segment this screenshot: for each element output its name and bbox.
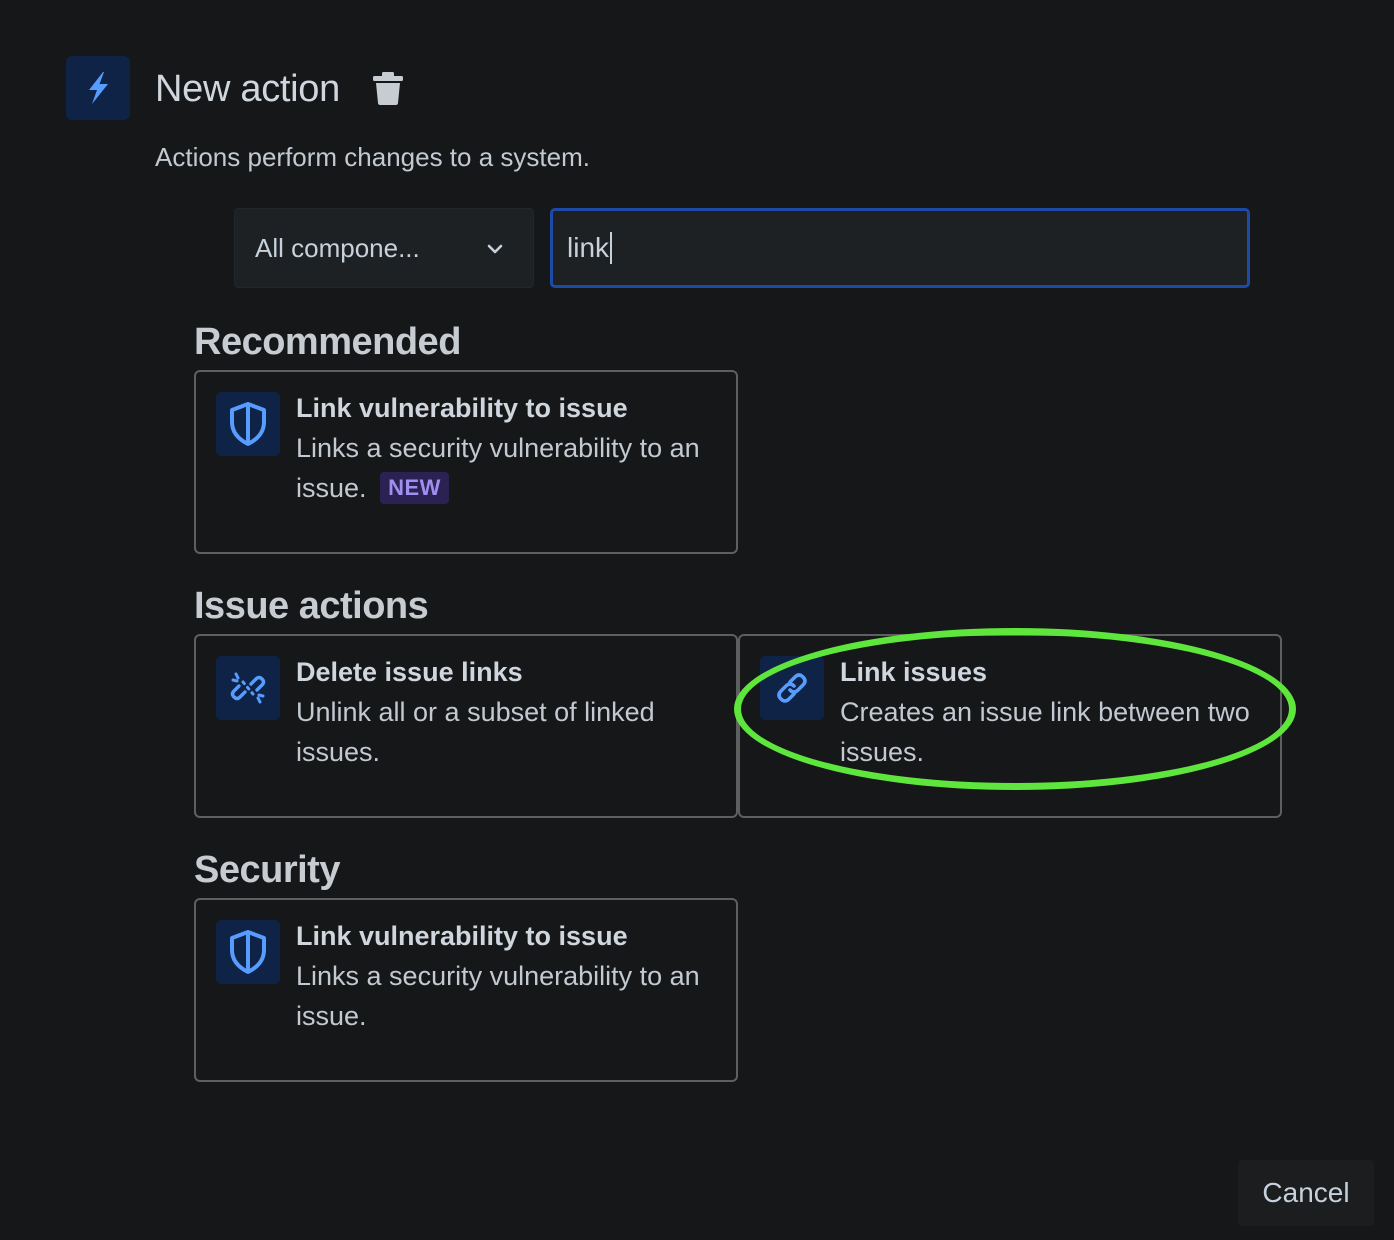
search-input-value: link bbox=[567, 232, 610, 263]
section-heading-security: Security bbox=[194, 849, 340, 891]
shield-icon bbox=[216, 920, 280, 984]
action-card-link-vulnerability-security[interactable]: Link vulnerability to issue Links a secu… bbox=[194, 898, 738, 1082]
new-badge: NEW bbox=[380, 472, 449, 504]
action-card-description-text: Links a security vulnerability to an iss… bbox=[296, 433, 700, 503]
action-card-description: Creates an issue link between two issues… bbox=[840, 697, 1250, 767]
action-card-link-issues[interactable]: Link issues Creates an issue link betwee… bbox=[738, 634, 1282, 818]
action-card-title: Delete issue links bbox=[296, 657, 523, 687]
shield-icon bbox=[216, 392, 280, 456]
lightning-bolt-icon bbox=[66, 56, 130, 120]
text-caret bbox=[610, 232, 613, 264]
trash-icon[interactable] bbox=[370, 70, 406, 106]
chevron-down-icon bbox=[483, 237, 507, 261]
section-heading-issue-actions: Issue actions bbox=[194, 585, 429, 627]
page-title: New action bbox=[155, 68, 340, 110]
new-action-dialog: New action Actions perform changes to a … bbox=[0, 0, 1394, 1240]
section-heading-recommended: Recommended bbox=[194, 321, 461, 363]
cancel-button[interactable]: Cancel bbox=[1238, 1160, 1374, 1226]
component-filter-dropdown[interactable]: All compone... bbox=[234, 208, 534, 288]
search-input[interactable]: link bbox=[550, 208, 1250, 288]
link-icon bbox=[760, 656, 824, 720]
action-card-link-vulnerability-recommended[interactable]: Link vulnerability to issue Links a secu… bbox=[194, 370, 738, 554]
component-filter-value: All compone... bbox=[255, 232, 420, 263]
action-card-title: Link vulnerability to issue bbox=[296, 921, 628, 951]
broken-link-icon bbox=[216, 656, 280, 720]
action-card-title: Link issues bbox=[840, 657, 988, 687]
page-subtitle: Actions perform changes to a system. bbox=[155, 142, 590, 172]
action-card-delete-issue-links[interactable]: Delete issue links Unlink all or a subse… bbox=[194, 634, 738, 818]
action-card-title: Link vulnerability to issue bbox=[296, 393, 628, 423]
action-card-description: Links a security vulnerability to an iss… bbox=[296, 961, 700, 1031]
action-card-description: Links a security vulnerability to an iss… bbox=[296, 428, 716, 508]
action-card-description: Unlink all or a subset of linked issues. bbox=[296, 697, 655, 767]
